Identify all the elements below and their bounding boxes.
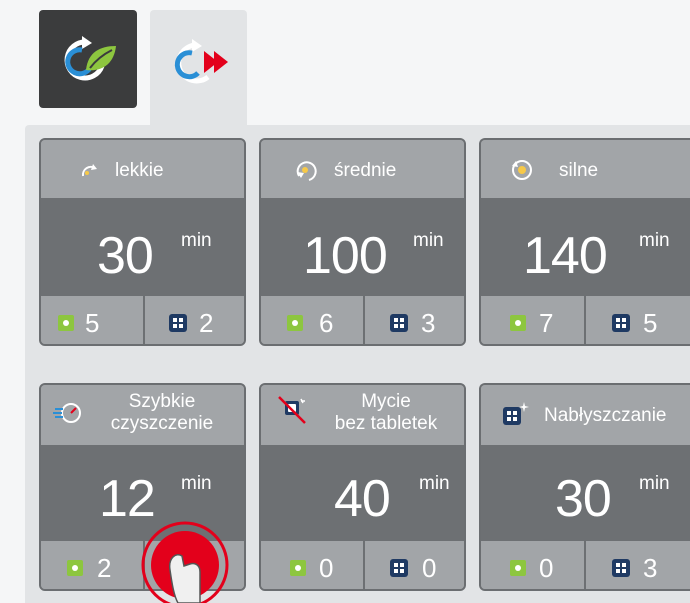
rinse-count: 5 (643, 308, 658, 338)
duration-unit: min (181, 230, 212, 251)
salt-icon (287, 315, 303, 331)
rinse-aid-icon (612, 559, 630, 577)
program-card-intensive[interactable]: silne 140 min 7 5 (479, 138, 690, 346)
intensive-wash-icon (512, 160, 532, 180)
duration-value: 30 (97, 227, 154, 285)
program-label: Szybkie czyszczenie (103, 391, 221, 435)
salt-icon (510, 315, 526, 331)
salt-count: 0 (539, 553, 554, 583)
salt-icon (290, 560, 306, 576)
eco-cycle-icon (64, 36, 116, 81)
rinse-count: 2 (199, 308, 214, 338)
duration-value: 40 (334, 470, 391, 528)
fast-cycle-icon (174, 38, 228, 84)
rinse-aid-icon (169, 314, 187, 332)
salt-icon (58, 315, 74, 331)
program-label: Nabłyszczanie (544, 405, 667, 426)
program-card-rinse[interactable]: Nabłyszczanie 30 min 0 3 (479, 383, 690, 591)
program-label-line2: bez tabletek (334, 413, 438, 434)
tab-eco[interactable] (39, 10, 137, 108)
quick-clean-icon (53, 403, 81, 423)
program-label-line1: Szybkie (128, 391, 196, 412)
salt-count: 5 (85, 308, 100, 338)
touch-indicator-icon (141, 521, 229, 603)
duration-unit: min (639, 473, 670, 494)
salt-count: 2 (97, 553, 112, 583)
duration-value: 100 (303, 227, 388, 285)
rinse-count: 3 (421, 308, 436, 338)
rinse-aid-icon (612, 314, 630, 332)
rinse-aid-icon (390, 314, 408, 332)
medium-wash-icon (296, 161, 317, 181)
program-label: Mycie bez tabletek (321, 391, 451, 435)
program-card-no-tablet[interactable]: Mycie bez tabletek 40 min 0 0 (259, 383, 466, 591)
program-label-line1: Mycie (361, 391, 411, 412)
program-label: lekkie (115, 160, 164, 181)
rinse-count: 0 (422, 553, 437, 583)
duration-value: 140 (523, 227, 608, 285)
tab-quick[interactable] (150, 10, 247, 125)
duration-unit: min (413, 230, 444, 251)
rinse-count: 3 (643, 553, 658, 583)
program-label: średnie (334, 160, 397, 181)
salt-icon (67, 560, 83, 576)
rinse-aid-icon (503, 402, 529, 425)
salt-icon (510, 560, 526, 576)
salt-count: 6 (319, 308, 334, 338)
salt-count: 0 (319, 553, 334, 583)
duration-unit: min (639, 230, 670, 251)
program-label-line2: czyszczenie (110, 413, 214, 434)
duration-value: 30 (555, 470, 612, 528)
program-label: silne (559, 160, 599, 181)
light-wash-icon (81, 164, 97, 177)
salt-count: 7 (539, 308, 554, 338)
duration-unit: min (181, 473, 212, 494)
duration-unit: min (419, 473, 450, 494)
program-card-medium[interactable]: średnie 100 min 6 3 (259, 138, 466, 346)
no-tablet-icon (278, 396, 306, 424)
rinse-aid-icon (390, 559, 408, 577)
program-card-light[interactable]: lekkie 30 min 5 2 (39, 138, 246, 346)
